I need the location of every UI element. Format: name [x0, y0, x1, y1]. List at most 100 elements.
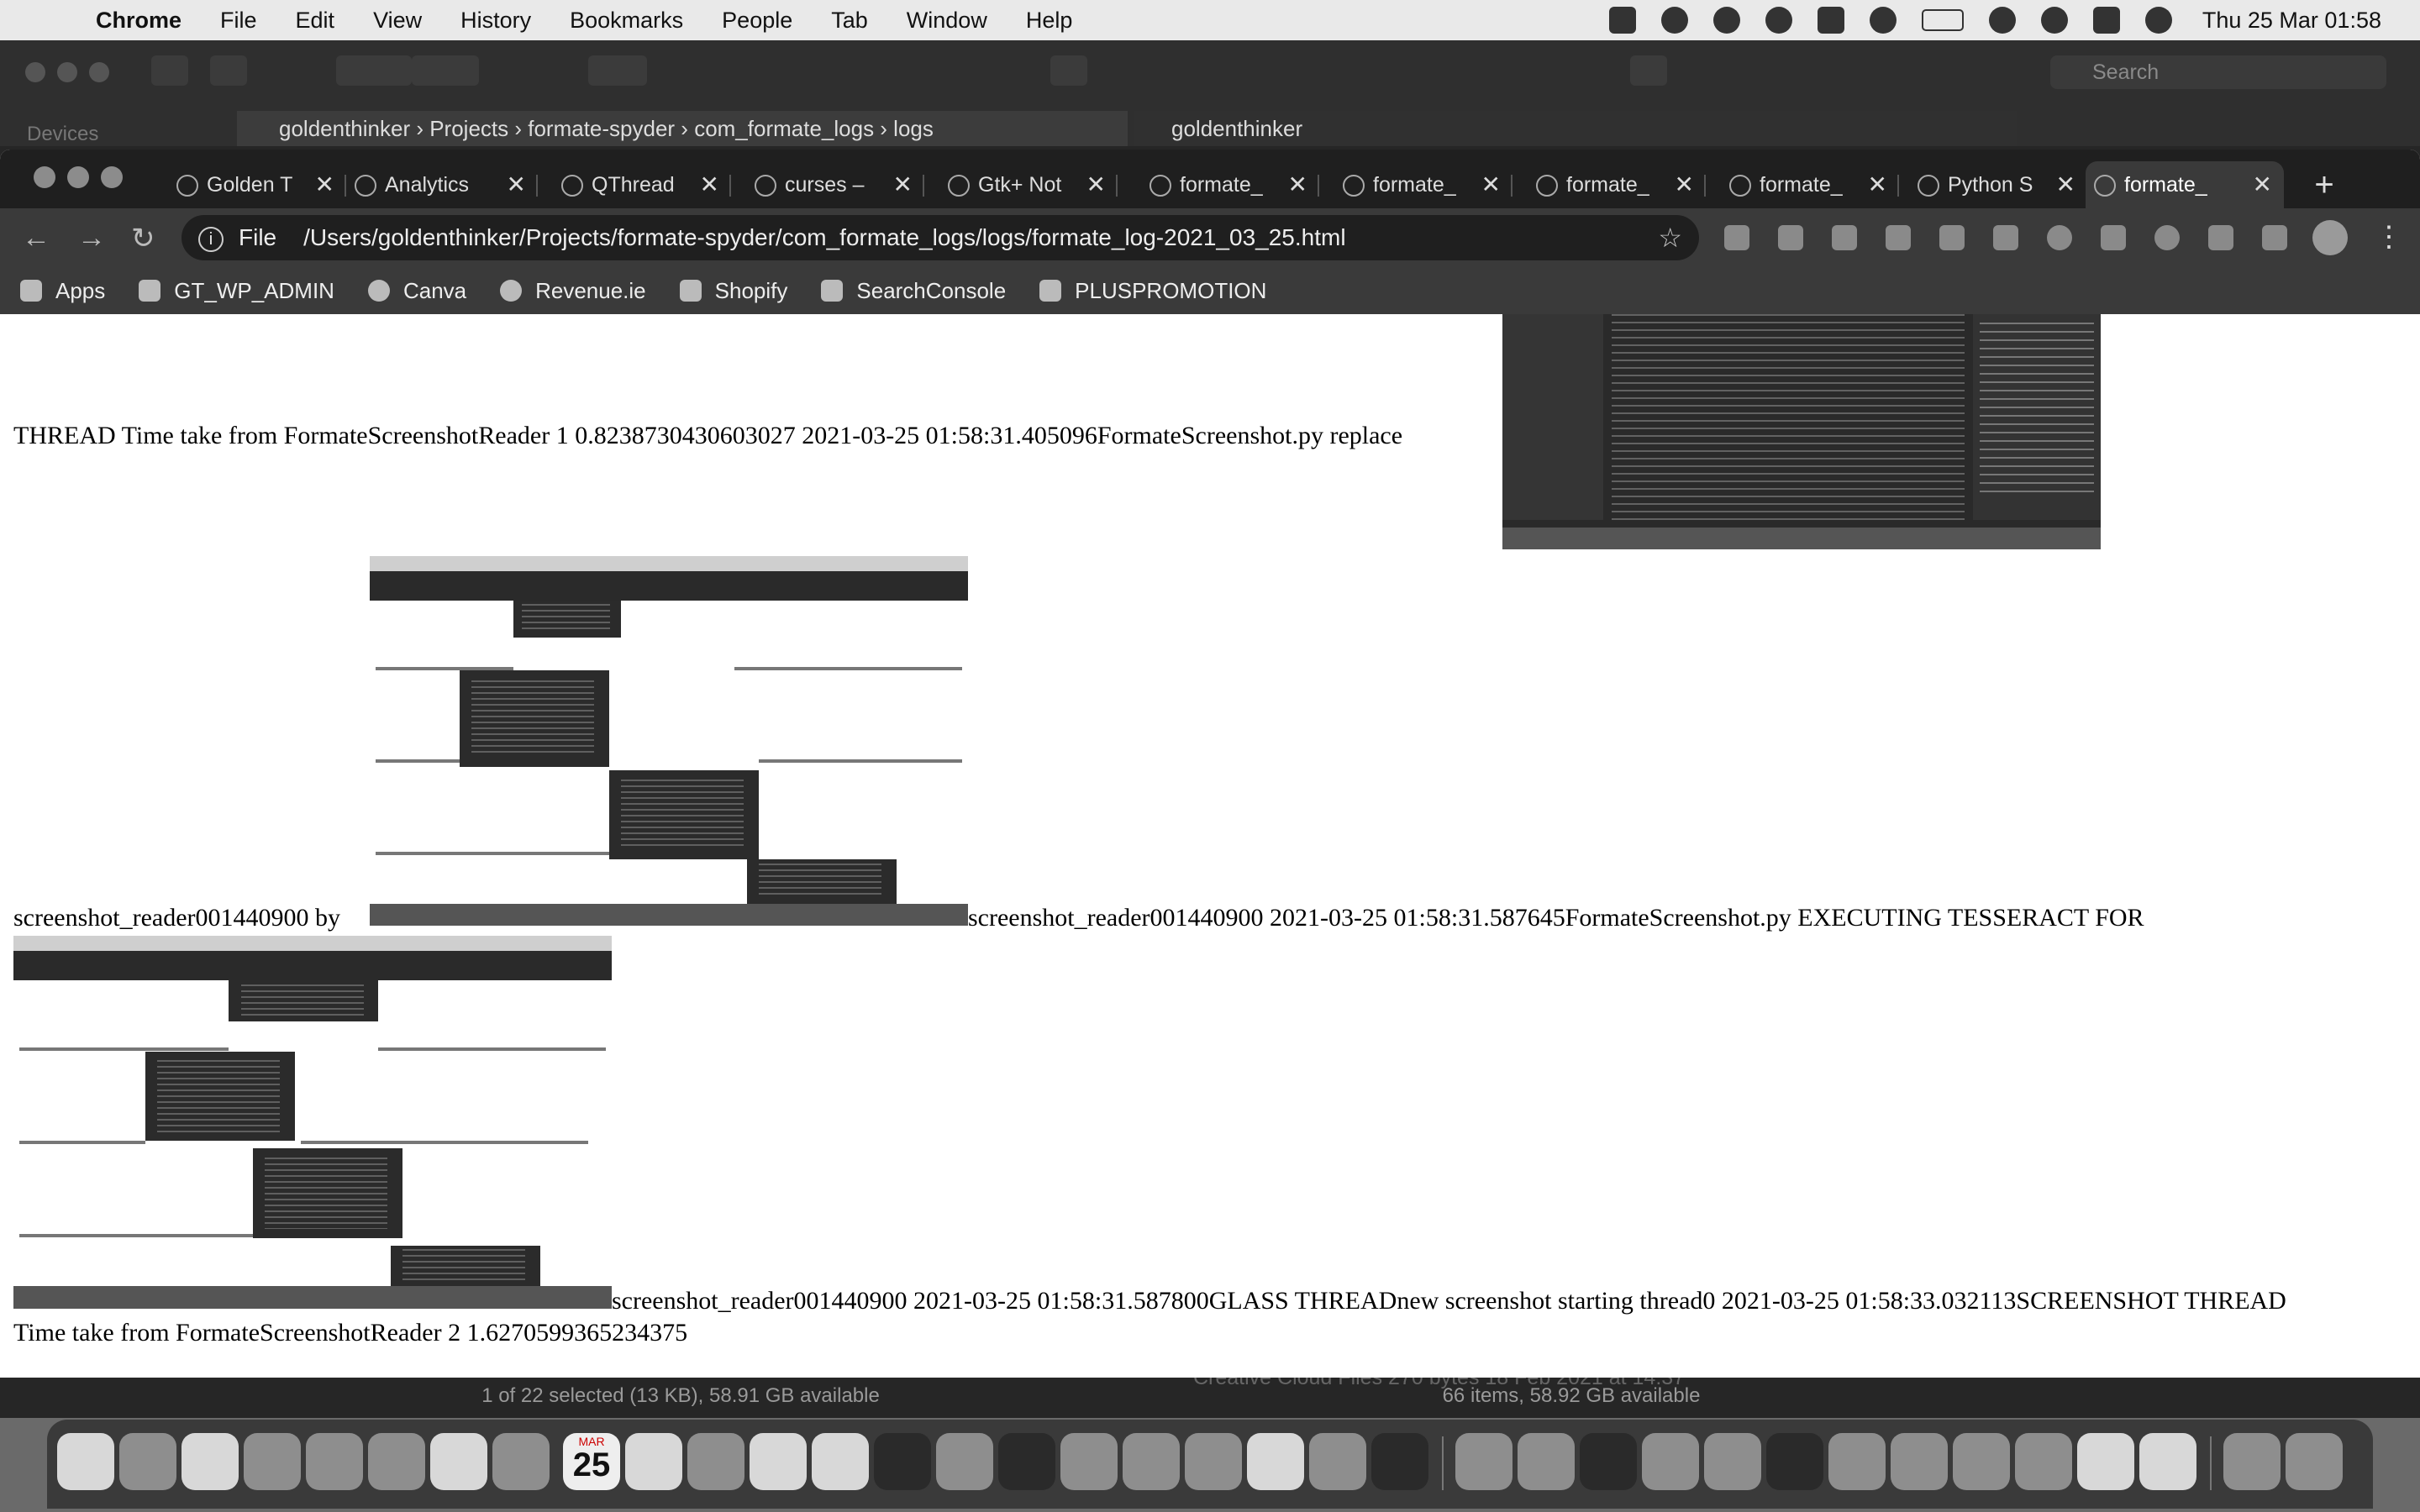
menu-history[interactable]: History [460, 8, 531, 34]
bookmark-gt-wp-admin[interactable]: GT_WP_ADMIN [139, 278, 334, 304]
zoom-icon[interactable] [101, 166, 123, 188]
appletv-icon[interactable] [874, 1433, 931, 1490]
spyder-icon[interactable] [1455, 1433, 1512, 1490]
sync-icon[interactable] [1050, 55, 1087, 86]
telegram-icon[interactable] [1518, 1433, 1575, 1490]
calendar-icon[interactable]: MAR 25 [563, 1433, 620, 1490]
mail-icon[interactable] [306, 1433, 363, 1490]
chrome-icon[interactable] [1247, 1433, 1304, 1490]
clock[interactable]: Thu 25 Mar 01:58 [2202, 8, 2381, 34]
new-tab-button[interactable]: + [2301, 161, 2348, 208]
close-icon[interactable]: ✕ [1481, 161, 1501, 208]
bookmark-star-icon[interactable]: ☆ [1658, 215, 1682, 260]
wifi-icon[interactable] [1988, 7, 2016, 34]
tab-golden[interactable]: Golden T ✕ [168, 161, 346, 208]
close-icon[interactable]: ✕ [2253, 161, 2272, 208]
info-icon[interactable]: i [198, 226, 224, 252]
activity-icon[interactable] [1712, 7, 1740, 34]
minimize-icon[interactable] [67, 166, 89, 188]
column-view-icon[interactable] [412, 55, 479, 86]
checkmark-icon[interactable] [1817, 7, 1844, 34]
bookmark-revenue[interactable]: Revenue.ie [500, 278, 646, 304]
finder-icon[interactable] [57, 1433, 114, 1490]
finder-search-input[interactable]: Search [2050, 55, 2386, 89]
terminal-icon[interactable] [1580, 1433, 1637, 1490]
messages-icon[interactable] [244, 1433, 301, 1490]
tab-formate-2[interactable]: formate_ ✕ [1334, 161, 1512, 208]
tab-gtk[interactable]: Gtk+ Not ✕ [939, 161, 1118, 208]
appstore-icon[interactable] [1123, 1433, 1180, 1490]
close-icon[interactable]: ✕ [1288, 161, 1307, 208]
tab-formate-4[interactable]: formate_ ✕ [1721, 161, 1899, 208]
close-icon[interactable]: ✕ [315, 161, 334, 208]
forward-icon[interactable] [210, 55, 247, 86]
bookmark-plusprommotion[interactable]: PLUSPROMOTION [1039, 278, 1266, 304]
notes-icon[interactable] [812, 1433, 869, 1490]
menu-app-name[interactable]: Chrome [96, 8, 182, 34]
extension-printer-icon[interactable] [1886, 225, 1911, 250]
close-icon[interactable]: ✕ [1675, 161, 1694, 208]
zoom-icon[interactable] [89, 62, 109, 82]
obs-icon[interactable] [1371, 1433, 1428, 1490]
downloads-icon[interactable] [625, 1433, 682, 1490]
tab-curses[interactable]: curses – ✕ [746, 161, 924, 208]
finder-path-bar[interactable]: goldenthinker › Projects › formate-spyde… [237, 111, 1128, 146]
profile-avatar[interactable] [2312, 220, 2348, 255]
forklift-icon[interactable] [1704, 1433, 1761, 1490]
siri-icon[interactable] [2144, 7, 2172, 34]
photos-icon[interactable] [430, 1433, 487, 1490]
minimize-icon[interactable] [57, 62, 77, 82]
tab-qthread[interactable]: QThread ✕ [553, 161, 731, 208]
search-icon[interactable] [2040, 7, 2068, 34]
bookmark-shopify[interactable]: Shopify [679, 278, 787, 304]
extension-grammarly-icon[interactable] [2047, 225, 2072, 250]
file-icon[interactable] [2139, 1433, 2196, 1490]
contacts-icon[interactable] [687, 1433, 744, 1490]
word-icon[interactable] [2015, 1433, 2072, 1490]
notification-icon[interactable] [1660, 7, 1688, 34]
podcasts-icon[interactable] [1060, 1433, 1118, 1490]
chrome-menu-icon[interactable]: ⋮ [2375, 220, 2403, 254]
vlc-icon[interactable] [2077, 1433, 2134, 1490]
menu-view[interactable]: View [373, 8, 422, 34]
address-url[interactable]: /Users/goldenthinker/Projects/formate-sp… [303, 224, 1345, 250]
close-icon[interactable]: ✕ [1086, 161, 1106, 208]
tab-formate-3[interactable]: formate_ ✕ [1528, 161, 1706, 208]
facetime-icon[interactable] [492, 1433, 550, 1490]
reload-icon[interactable]: ↻ [131, 222, 155, 255]
extension-card-icon[interactable] [1939, 225, 1965, 250]
menu-file[interactable]: File [220, 8, 257, 34]
tab-python[interactable]: Python S ✕ [1909, 161, 2087, 208]
back-icon[interactable]: ← [22, 222, 50, 255]
excel-icon[interactable] [1953, 1433, 2010, 1490]
menu-window[interactable]: Window [907, 8, 987, 34]
help-icon[interactable] [936, 1433, 993, 1490]
menu-tab[interactable]: Tab [831, 8, 868, 34]
list-view-icon[interactable] [336, 55, 412, 86]
folder-icon[interactable] [2223, 1433, 2281, 1490]
trash-icon[interactable] [2286, 1433, 2343, 1490]
outlook-icon[interactable] [1309, 1433, 1366, 1490]
close-icon[interactable] [25, 62, 45, 82]
close-icon[interactable]: ✕ [1868, 161, 1887, 208]
system-preferences-icon[interactable] [1185, 1433, 1242, 1490]
extension-evernote-icon[interactable] [2101, 225, 2126, 250]
menu-help[interactable]: Help [1026, 8, 1073, 34]
forward-icon[interactable]: → [77, 222, 106, 255]
extension-pen-icon[interactable] [1724, 225, 1749, 250]
music-icon[interactable] [998, 1433, 1055, 1490]
maps-icon[interactable] [368, 1433, 425, 1490]
skype-icon[interactable] [1828, 1433, 1886, 1490]
extension-recycle-icon[interactable] [1832, 225, 1857, 250]
tab-formate-1[interactable]: formate_ ✕ [1141, 161, 1319, 208]
launchpad-icon[interactable] [119, 1433, 176, 1490]
tab-analytics[interactable]: Analytics ✕ [346, 161, 538, 208]
sublime-icon[interactable] [1642, 1433, 1699, 1490]
close-icon[interactable]: ✕ [2056, 161, 2075, 208]
bookmark-searchconsole[interactable]: SearchConsole [821, 278, 1006, 304]
istat-icon[interactable] [1766, 1433, 1823, 1490]
bookmark-canva[interactable]: Canva [367, 278, 466, 304]
close-icon[interactable]: ✕ [507, 161, 526, 208]
menu-people[interactable]: People [722, 8, 792, 34]
bookmark-apps[interactable]: Apps [20, 278, 105, 304]
